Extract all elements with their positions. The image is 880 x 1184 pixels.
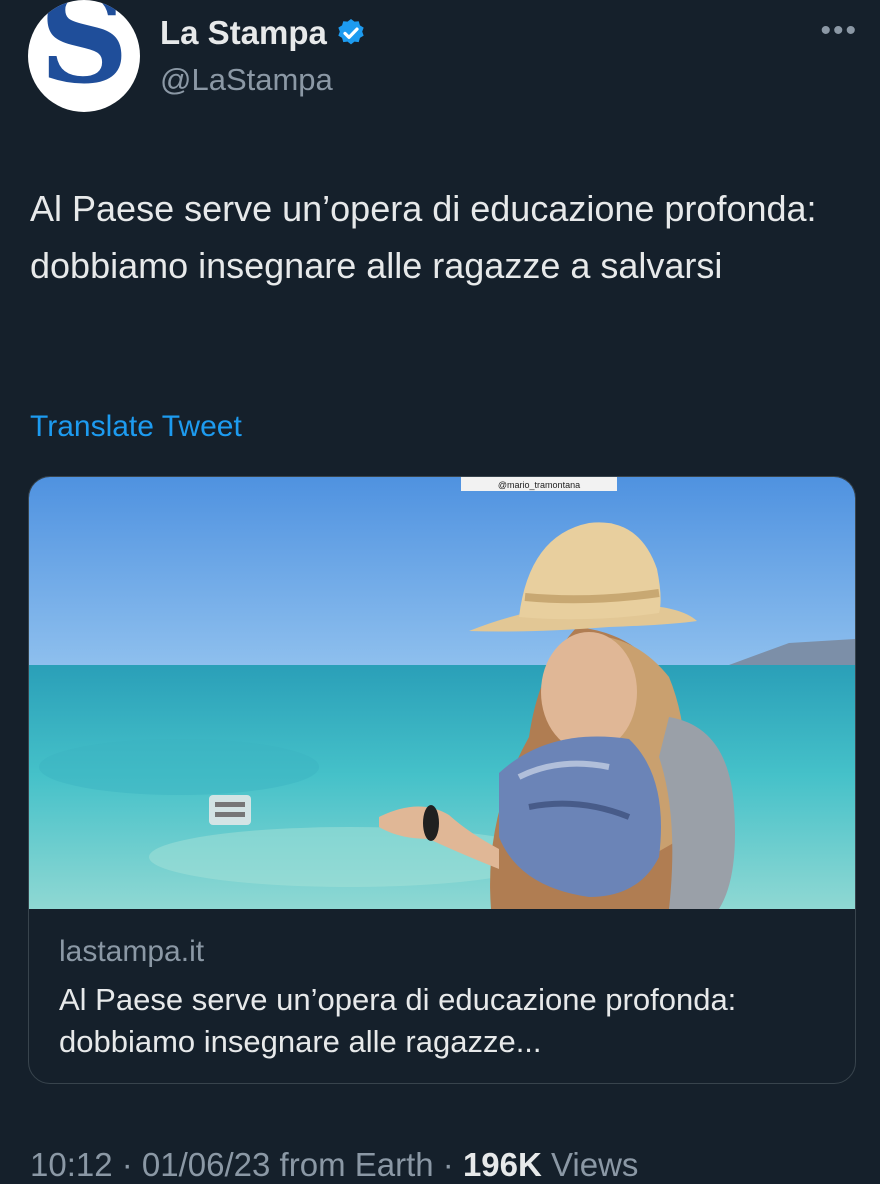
- more-options-icon[interactable]: •••: [820, 14, 858, 48]
- author-name-row: La Stampa: [160, 14, 367, 52]
- meta-separator: ·: [112, 1146, 142, 1183]
- tweet[interactable]: S La Stampa @LaStampa ••• Al Paese serve…: [0, 0, 880, 1183]
- tweet-text: Al Paese serve un’opera di educazione pr…: [30, 188, 817, 286]
- card-title: Al Paese serve un’opera di educazione pr…: [59, 982, 737, 1059]
- meta-separator: ·: [433, 1146, 463, 1183]
- article-photo: @mario_tramontana: [29, 477, 855, 909]
- verified-badge-icon: [338, 19, 364, 45]
- avatar[interactable]: S: [28, 0, 140, 112]
- views-label: Views: [541, 1146, 639, 1183]
- views-count[interactable]: 196K: [463, 1146, 542, 1183]
- translate-tweet-link[interactable]: Translate Tweet: [30, 410, 242, 444]
- link-card[interactable]: @mario_tramontana lastampa.it Al Paese s…: [28, 476, 856, 1084]
- tweet-date[interactable]: 01/06/23: [142, 1146, 270, 1183]
- tweet-source: from Earth: [270, 1146, 434, 1183]
- author-name[interactable]: La Stampa: [160, 14, 327, 52]
- avatar-logo: S: [39, 0, 129, 112]
- tweet-metadata: 10:12 · 01/06/23 from Earth · 196K Views: [30, 1146, 638, 1184]
- author-handle[interactable]: @LaStampa: [160, 62, 333, 98]
- card-domain: lastampa.it: [59, 935, 205, 968]
- tweet-time[interactable]: 10:12: [30, 1146, 113, 1183]
- image-watermark: @mario_tramontana: [498, 480, 580, 490]
